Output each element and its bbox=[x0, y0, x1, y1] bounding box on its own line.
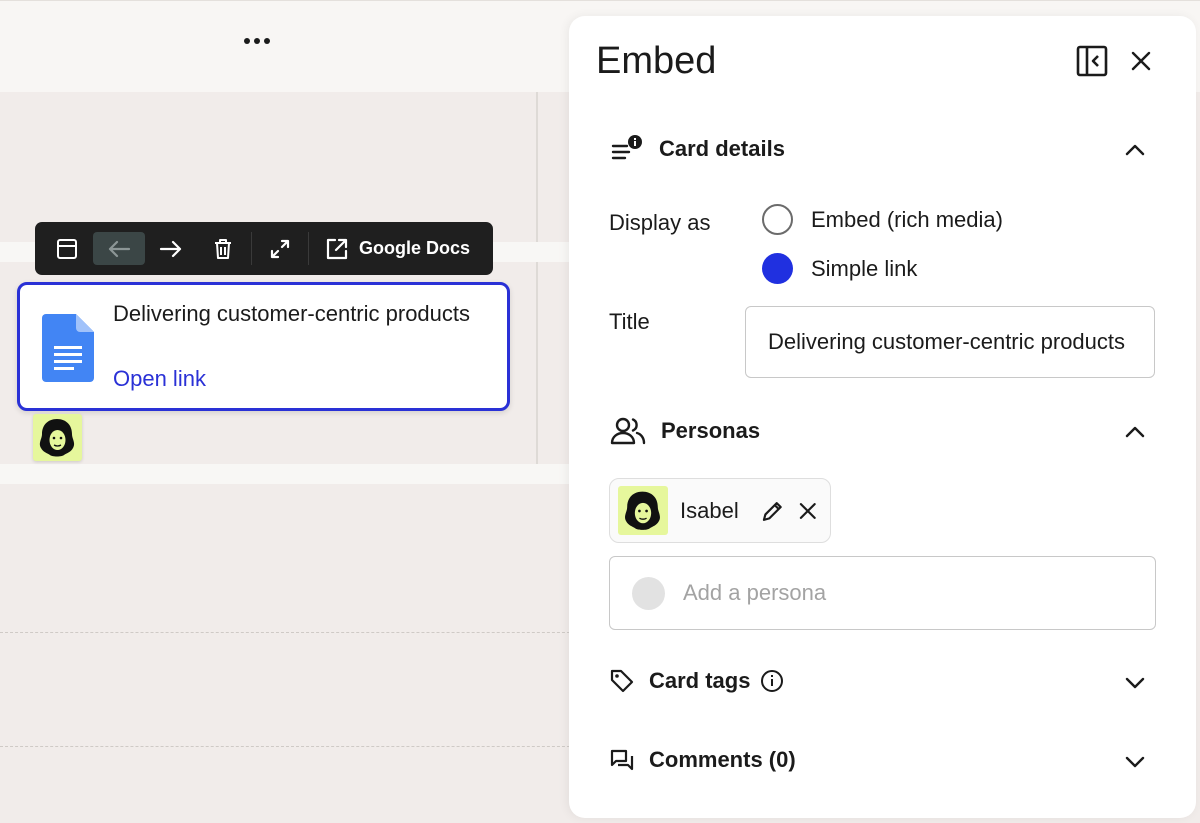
card-view-button[interactable] bbox=[41, 232, 93, 265]
close-icon[interactable] bbox=[1127, 47, 1155, 75]
persona-face-icon bbox=[625, 491, 660, 530]
expand-button[interactable] bbox=[254, 232, 306, 265]
lane-separator bbox=[0, 464, 580, 484]
toolbar-separator bbox=[308, 232, 309, 265]
remove-persona-icon[interactable] bbox=[794, 497, 822, 525]
display-as-label: Display as bbox=[609, 210, 711, 235]
column-divider bbox=[536, 92, 538, 464]
persona-avatar bbox=[618, 486, 668, 535]
comments-header[interactable]: Comments (0) bbox=[609, 747, 796, 773]
move-left-button[interactable] bbox=[93, 232, 145, 265]
tag-icon bbox=[610, 669, 634, 693]
arrow-right-icon bbox=[159, 240, 182, 257]
chevron-down-icon[interactable] bbox=[1121, 748, 1149, 776]
title-input[interactable] bbox=[745, 306, 1155, 378]
open-link[interactable]: Open link bbox=[113, 366, 206, 392]
chevron-up-icon[interactable] bbox=[1121, 136, 1149, 164]
card-tags-header[interactable]: Card tags bbox=[609, 668, 784, 694]
pencil-icon[interactable] bbox=[759, 497, 787, 525]
toolbar-separator bbox=[251, 232, 252, 265]
radio-button[interactable] bbox=[762, 204, 793, 235]
card-toolbar: Google Docs bbox=[35, 222, 493, 275]
comments-icon bbox=[610, 749, 634, 771]
people-icon bbox=[610, 417, 646, 445]
open-in-google-docs-button[interactable]: Google Docs bbox=[311, 232, 484, 265]
persona-avatar[interactable] bbox=[33, 414, 82, 461]
persona-name: Isabel bbox=[680, 497, 739, 523]
more-horizontal-icon[interactable] bbox=[240, 29, 274, 53]
persona-face-icon bbox=[39, 419, 75, 457]
google-docs-label: Google Docs bbox=[359, 238, 471, 258]
radio-label: Embed (rich media) bbox=[811, 206, 1003, 232]
dashed-divider bbox=[0, 746, 580, 747]
card-details-title: Card details bbox=[659, 136, 785, 161]
persona-chip-isabel: Isabel bbox=[609, 478, 831, 543]
radio-embed-rich-media[interactable]: Embed (rich media) bbox=[762, 204, 1003, 235]
embed-panel: Embed Card details Display as Embed (ric… bbox=[569, 16, 1196, 818]
collapse-panel-icon[interactable] bbox=[1075, 44, 1109, 78]
move-right-button[interactable] bbox=[145, 232, 197, 265]
card-details-header[interactable]: Card details bbox=[609, 134, 785, 164]
trash-icon bbox=[215, 238, 231, 259]
persona-placeholder-avatar bbox=[632, 576, 665, 610]
arrow-left-icon bbox=[108, 240, 131, 257]
info-icon[interactable] bbox=[760, 669, 784, 693]
radio-label: Simple link bbox=[811, 255, 918, 281]
chevron-up-icon[interactable] bbox=[1121, 418, 1149, 446]
card-view-icon bbox=[57, 238, 77, 259]
card-title: Delivering customer-centric products bbox=[113, 301, 471, 326]
add-persona-field[interactable] bbox=[609, 556, 1156, 630]
google-docs-icon bbox=[42, 314, 94, 382]
expand-icon bbox=[270, 239, 290, 258]
radio-simple-link[interactable]: Simple link bbox=[762, 253, 917, 284]
embed-card[interactable]: Delivering customer-centric products Ope… bbox=[17, 282, 510, 411]
card-tags-title: Card tags bbox=[649, 668, 751, 693]
comments-title: Comments (0) bbox=[649, 747, 796, 772]
add-persona-input[interactable] bbox=[683, 580, 1123, 606]
title-label: Title bbox=[609, 309, 650, 334]
radio-button-selected[interactable] bbox=[762, 253, 793, 284]
personas-header[interactable]: Personas bbox=[609, 416, 760, 446]
personas-title: Personas bbox=[661, 418, 761, 443]
card-details-icon bbox=[611, 135, 642, 160]
chevron-down-icon[interactable] bbox=[1121, 669, 1149, 697]
delete-button[interactable] bbox=[197, 232, 249, 265]
dashed-divider bbox=[0, 632, 580, 633]
external-link-icon bbox=[326, 238, 348, 259]
panel-title: Embed bbox=[596, 40, 717, 82]
